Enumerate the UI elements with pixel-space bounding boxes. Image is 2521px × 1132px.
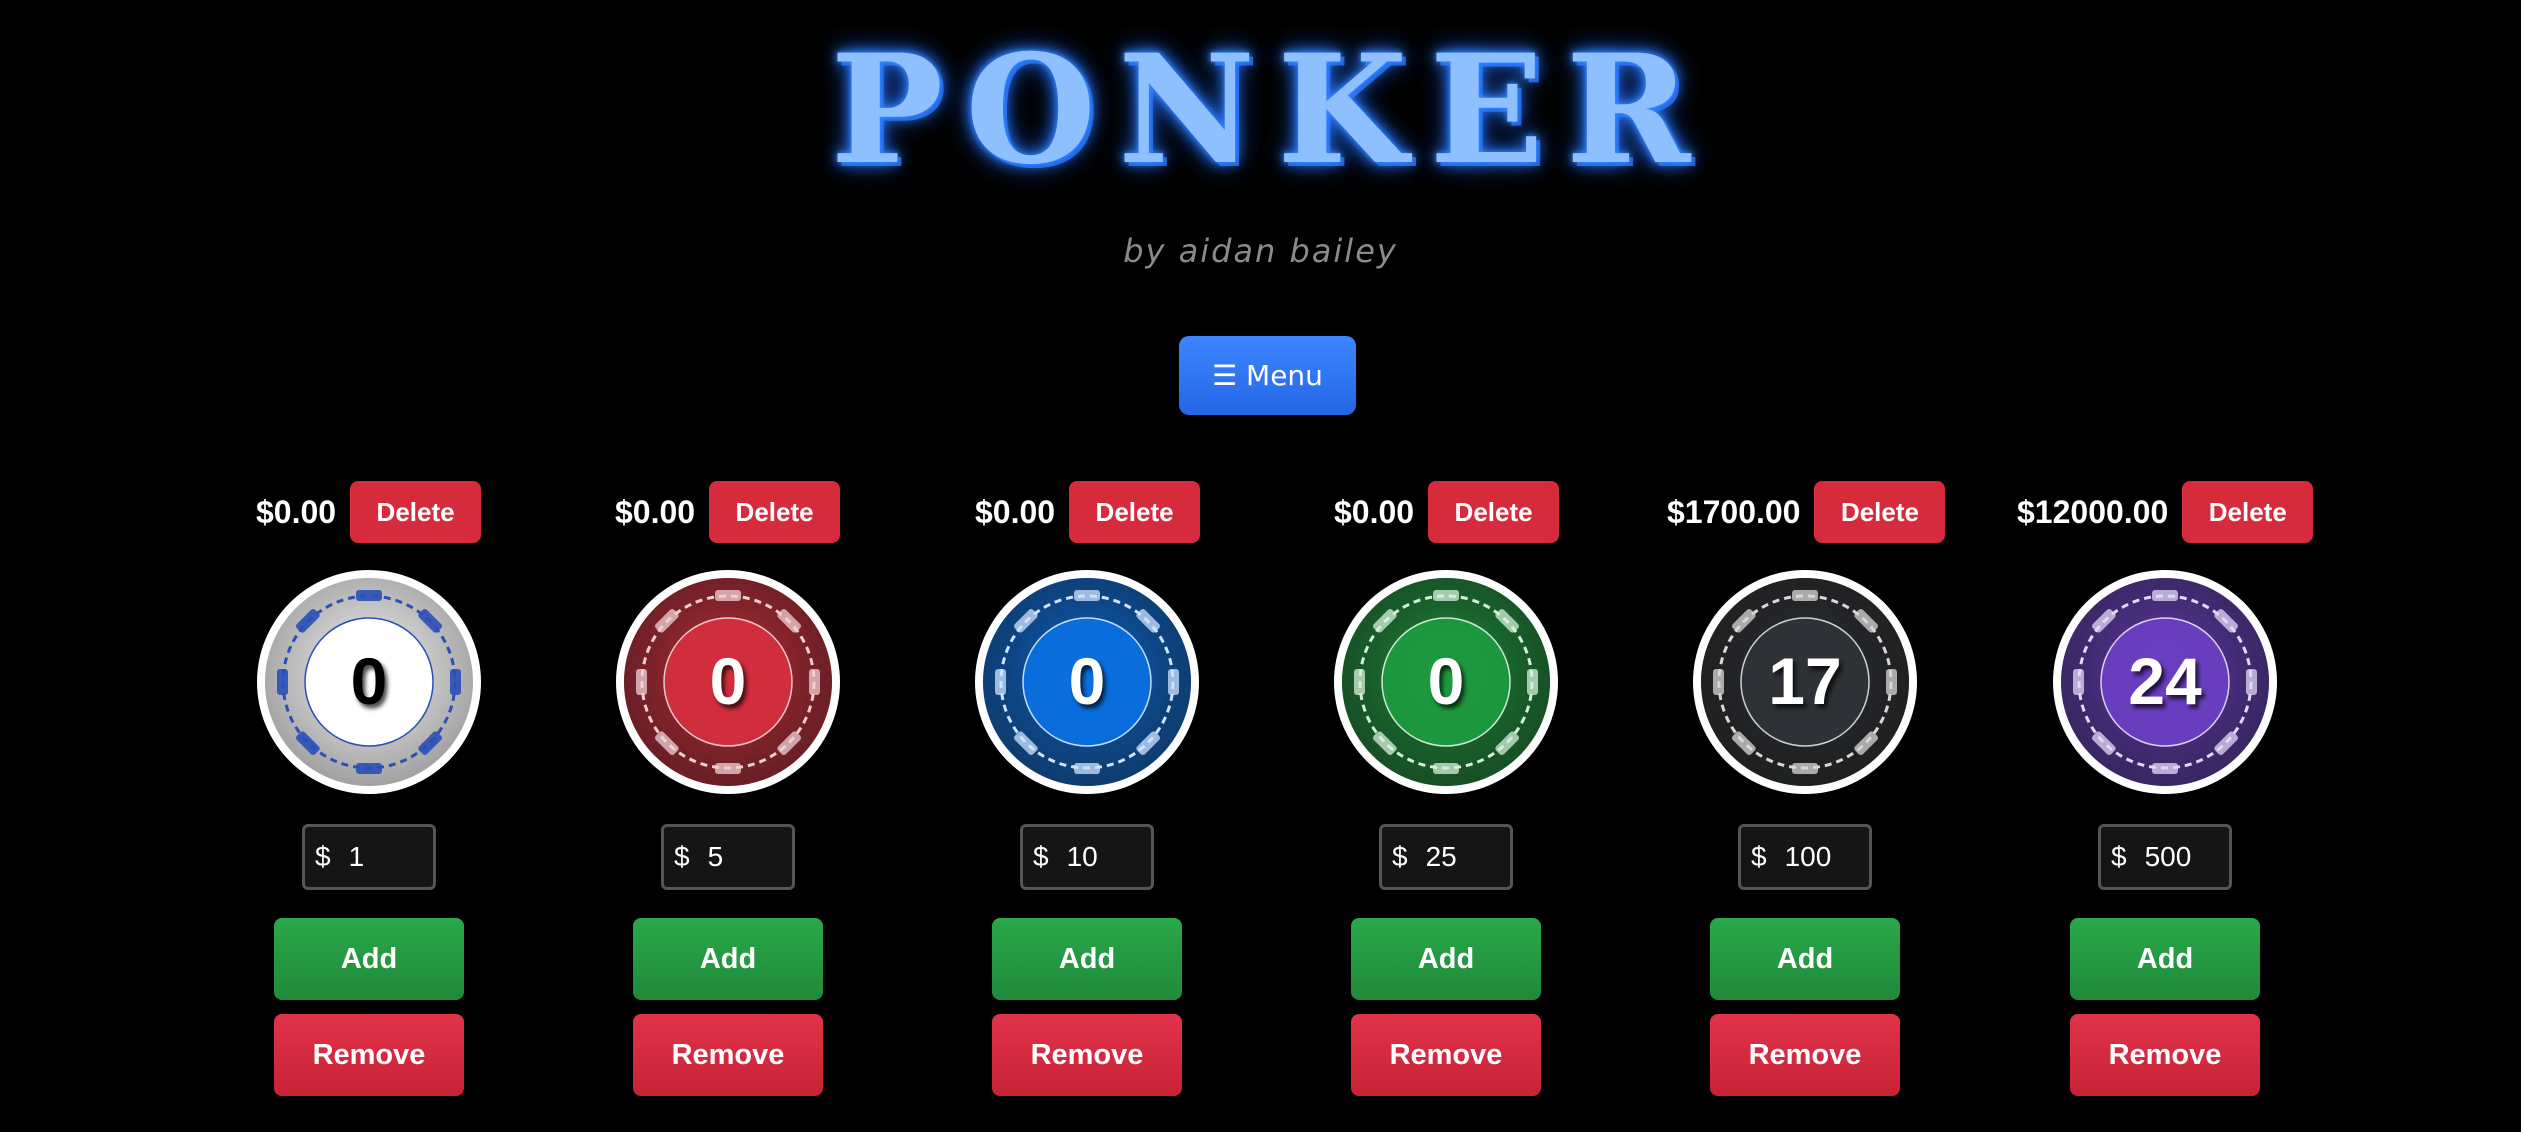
chip-total-value: $0.00	[256, 493, 337, 530]
add-button[interactable]: Add	[1710, 918, 1900, 1000]
delete-button[interactable]: Delete	[709, 481, 841, 543]
menu-button[interactable]: ☰ Menu	[1179, 336, 1356, 415]
chip-count: 0	[1428, 644, 1465, 718]
chip-total-value: $0.00	[975, 493, 1056, 530]
chip-count: 0	[1069, 644, 1106, 718]
chip-total-value: $1700.00	[1667, 493, 1801, 530]
add-button[interactable]: Add	[2070, 918, 2260, 1000]
denomination-value: 1	[348, 841, 365, 872]
chip-value-row: $0.00 Delete	[256, 481, 482, 543]
chip-total-value: $0.00	[615, 493, 696, 530]
app-subtitle: by aidan bailey	[1123, 232, 1398, 270]
chip-count: 0	[710, 644, 747, 718]
denomination-input[interactable]: $25	[1379, 824, 1513, 890]
denomination-input[interactable]: $500	[2098, 824, 2232, 890]
chip-count: 0	[351, 644, 388, 718]
chip-total-value: $0.00	[1334, 493, 1415, 530]
chip-value-row: $12000.00 Delete	[2017, 481, 2314, 543]
denomination-input[interactable]: $1	[302, 824, 436, 890]
denomination-input[interactable]: $100	[1738, 824, 1872, 890]
remove-button[interactable]: Remove	[2070, 1014, 2260, 1096]
chip-value-row: $0.00 Delete	[975, 481, 1201, 543]
delete-button[interactable]: Delete	[2182, 481, 2314, 543]
poker-chip-icon: 0	[1331, 567, 1561, 797]
chip-count: 24	[2128, 644, 2202, 718]
denomination-value: 10	[1066, 841, 1098, 872]
delete-button[interactable]: Delete	[1069, 481, 1201, 543]
add-button[interactable]: Add	[633, 918, 823, 1000]
remove-button[interactable]: Remove	[1710, 1014, 1900, 1096]
denomination-input[interactable]: $10	[1020, 824, 1154, 890]
poker-chip-icon: 0	[613, 567, 843, 797]
app-title: PONKER	[830, 22, 1713, 198]
chip-value-row: $0.00 Delete	[1334, 481, 1560, 543]
chip-total-value: $12000.00	[2017, 493, 2169, 530]
app-page: PONKER by aidan bailey ☰ Menu $0.00 Delet…	[0, 0, 2521, 1132]
poker-chip-icon: 0	[254, 567, 484, 797]
add-button[interactable]: Add	[274, 918, 464, 1000]
add-button[interactable]: Add	[1351, 918, 1541, 1000]
currency-symbol: $	[2111, 841, 2127, 872]
remove-button[interactable]: Remove	[992, 1014, 1182, 1096]
poker-chip-icon: 0	[972, 567, 1202, 797]
remove-button[interactable]: Remove	[1351, 1014, 1541, 1096]
chip-value-row: $0.00 Delete	[615, 481, 841, 543]
denomination-value: 5	[707, 841, 724, 872]
delete-button[interactable]: Delete	[1814, 481, 1946, 543]
chip-value-row: $1700.00 Delete	[1667, 481, 1946, 543]
denomination-value: 500	[2144, 841, 2192, 872]
poker-chip-icon: 24	[2050, 567, 2280, 797]
add-button[interactable]: Add	[992, 918, 1182, 1000]
remove-button[interactable]: Remove	[274, 1014, 464, 1096]
currency-symbol: $	[674, 841, 690, 872]
delete-button[interactable]: Delete	[350, 481, 482, 543]
currency-symbol: $	[1392, 841, 1408, 872]
denomination-value: 100	[1784, 841, 1832, 872]
poker-chip-icon: 17	[1690, 567, 1920, 797]
currency-symbol: $	[315, 841, 331, 872]
currency-symbol: $	[1751, 841, 1767, 872]
delete-button[interactable]: Delete	[1428, 481, 1560, 543]
denomination-value: 25	[1425, 841, 1457, 872]
denomination-input[interactable]: $5	[661, 824, 795, 890]
remove-button[interactable]: Remove	[633, 1014, 823, 1096]
currency-symbol: $	[1033, 841, 1049, 872]
chip-count: 17	[1768, 644, 1841, 718]
